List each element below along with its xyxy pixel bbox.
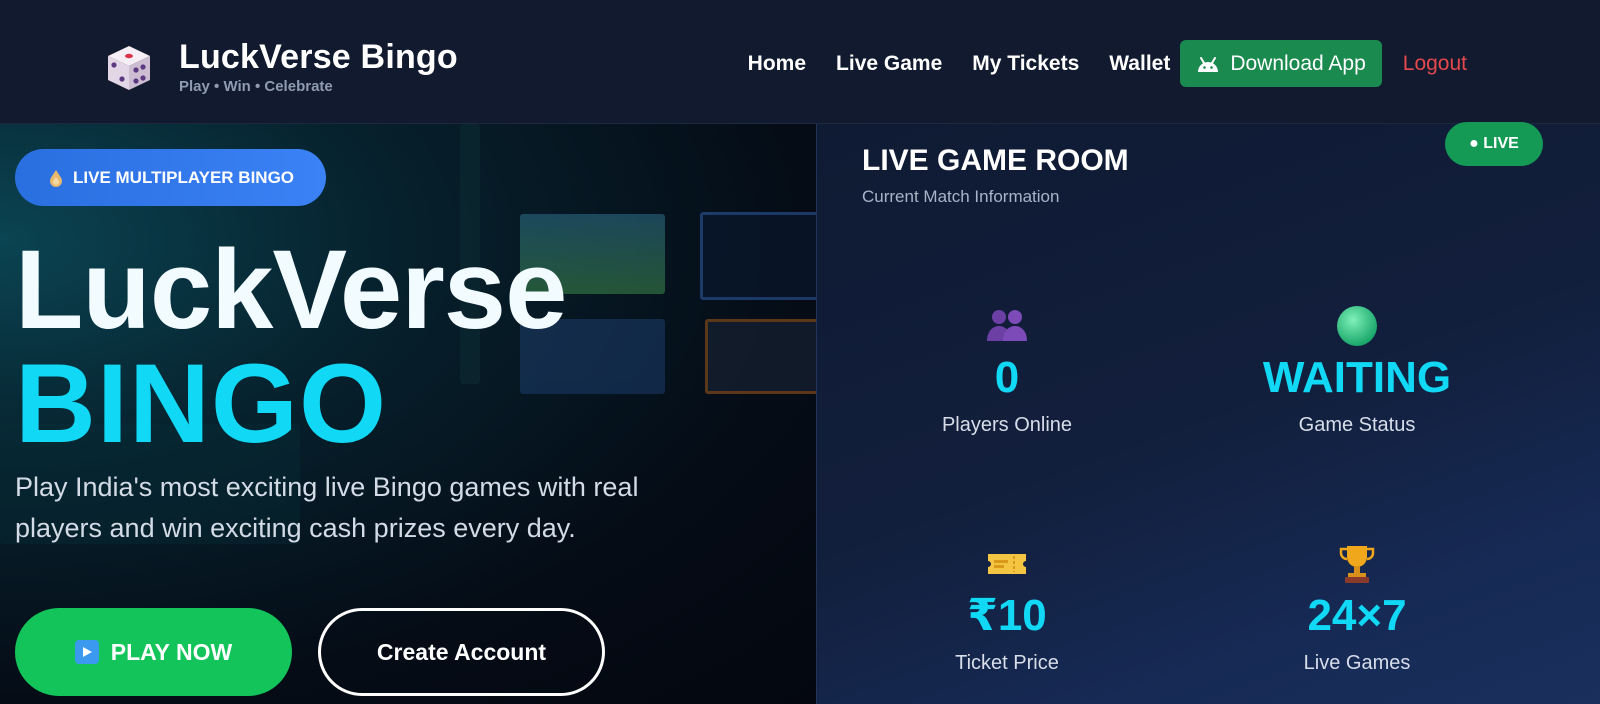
game-status-label: Game Status (1298, 414, 1416, 436)
live-multiplayer-badge: LIVE MULTIPLAYER BINGO (15, 149, 327, 206)
play-icon (74, 640, 99, 664)
navbar: LuckVerse Bingo Play • Win • Celebrate H… (0, 0, 1600, 124)
dice-logo-icon (108, 45, 150, 90)
hero-description: Play India's most exciting live Bingo ga… (15, 472, 639, 543)
brand-name: LuckVerse Bingo (179, 38, 458, 76)
play-now-label: PLAY NOW (110, 638, 233, 665)
nav-link-wallet[interactable]: Wallet (1109, 52, 1170, 76)
nav-link-home[interactable]: Home (748, 52, 806, 76)
players-online-value: 0 (994, 353, 1020, 402)
nav-links: Home Live Game My Tickets Wallet Downloa… (748, 40, 1467, 87)
stat-ticket-price: ₹10 Ticket Price (827, 544, 1187, 675)
download-app-button[interactable]: Download App (1180, 40, 1382, 87)
nav-link-my-tickets[interactable]: My Tickets (972, 52, 1079, 76)
nav-link-live-game[interactable]: Live Game (836, 52, 942, 76)
create-account-button[interactable]: Create Account (318, 608, 605, 696)
live-games-label: Live Games (1303, 652, 1411, 674)
game-status-value: WAITING (1262, 353, 1452, 402)
hero-section: LIVE MULTIPLAYER BINGO LuckVerse BINGO P… (0, 124, 816, 704)
play-now-button[interactable]: PLAY NOW (15, 608, 292, 696)
brand[interactable]: LuckVerse Bingo Play • Win • Celebrate (104, 40, 458, 95)
stat-game-status: WAITING Game Status (1177, 306, 1537, 437)
players-online-label: Players Online (941, 414, 1073, 436)
logout-link[interactable]: Logout (1403, 52, 1467, 76)
android-icon (1198, 56, 1219, 72)
players-icon (987, 310, 1027, 341)
room-subtitle: Current Match Information (862, 187, 1060, 206)
ticket-price-label: Ticket Price (955, 652, 1059, 674)
ticket-icon (988, 554, 1026, 574)
room-title: LIVE GAME ROOM (862, 144, 1129, 177)
hero-title: LuckVerse BINGO (15, 227, 567, 466)
live-game-room-panel: LIVE GAME ROOM Current Match Information… (816, 122, 1600, 704)
hero-title-line2: BINGO (15, 341, 388, 466)
badge-label: LIVE MULTIPLAYER BINGO (73, 167, 295, 187)
download-app-label: Download App (1230, 51, 1366, 75)
fire-icon (50, 169, 62, 187)
trophy-icon (1339, 546, 1375, 583)
ticket-price-value: ₹10 (967, 591, 1047, 640)
brand-tagline: Play • Win • Celebrate (179, 78, 333, 95)
status-dot-icon (1337, 306, 1377, 346)
create-account-label: Create Account (376, 638, 547, 665)
hero-title-line1: LuckVerse (15, 227, 567, 352)
stat-live-games: 24×7 Live Games (1177, 544, 1537, 675)
live-status-pill: ● LIVE (1445, 122, 1543, 166)
live-games-value: 24×7 (1307, 591, 1407, 640)
stat-players-online: 0 Players Online (827, 306, 1187, 437)
